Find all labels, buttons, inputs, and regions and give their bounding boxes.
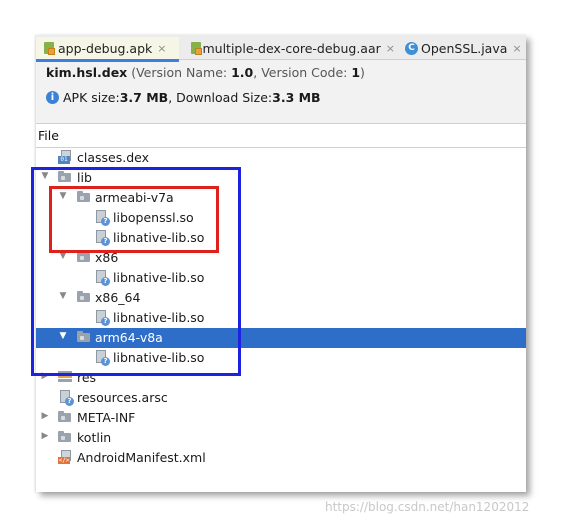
- arsc-file-icon: ?: [60, 390, 74, 406]
- tree-row-android-manifest[interactable]: </> AndroidManifest.xml: [36, 448, 526, 468]
- tab-label: app-debug.apk: [58, 40, 153, 56]
- xml-file-icon: </>: [58, 450, 72, 464]
- column-header-label: File: [38, 128, 59, 143]
- tree-item-label: AndroidManifest.xml: [77, 450, 206, 465]
- tree-row-resources-arsc[interactable]: ? resources.arsc: [36, 388, 526, 408]
- tab-app-debug-apk[interactable]: app-debug.apk ×: [36, 37, 179, 62]
- apk-size-label: APK size:: [63, 90, 120, 105]
- tree-item-label: META-INF: [77, 410, 136, 425]
- tab-label: multiple-dex-core-debug.aar: [202, 40, 381, 56]
- apk-file-icon: [44, 41, 55, 55]
- folder-icon: [58, 431, 71, 442]
- java-class-icon: C: [405, 41, 418, 55]
- close-icon[interactable]: ×: [512, 42, 521, 55]
- close-icon[interactable]: ×: [386, 42, 395, 55]
- version-name-label: (Version Name:: [131, 65, 232, 80]
- dex-file-icon: 01: [58, 150, 72, 164]
- aar-file-icon: [191, 41, 202, 55]
- tab-label: OpenSSL.java: [421, 40, 508, 56]
- watermark-text: https://blog.csdn.net/han1202012: [325, 500, 530, 514]
- download-size: 3.3 MB: [272, 90, 321, 105]
- tree-row-kotlin[interactable]: ▶ kotlin: [36, 428, 526, 448]
- file-column-header[interactable]: File: [36, 123, 526, 148]
- package-name: kim.hsl.dex: [46, 65, 128, 80]
- size-info: i APK size: 3.7 MB, Download Size: 3.3 M…: [46, 90, 321, 105]
- version-close: ): [360, 65, 365, 80]
- info-icon: i: [46, 91, 59, 104]
- version-code-label: , Version Code:: [253, 65, 352, 80]
- version-code: 1: [351, 65, 361, 80]
- apk-size: 3.7 MB: [119, 90, 169, 105]
- tree-item-label: classes.dex: [77, 150, 150, 165]
- editor-tab-bar: app-debug.apk × multiple-dex-core-debug.…: [36, 35, 526, 62]
- tree-item-label: kotlin: [77, 430, 112, 445]
- download-size-label: , Download Size:: [168, 90, 273, 105]
- tree-item-label: resources.arsc: [77, 390, 168, 405]
- expand-arrow-icon[interactable]: ▶: [40, 411, 50, 421]
- tab-multiple-dex-core-aar[interactable]: multiple-dex-core-debug.aar ×: [183, 37, 395, 59]
- folder-icon: [58, 411, 71, 422]
- tree-row-classes-dex[interactable]: 01 classes.dex: [36, 148, 526, 168]
- annotation-red-box: [49, 186, 219, 253]
- tree-row-meta-inf[interactable]: ▶ META-INF: [36, 408, 526, 428]
- expand-arrow-icon[interactable]: ▶: [40, 431, 50, 441]
- package-info: kim.hsl.dex (Version Name: 1.0, Version …: [46, 65, 365, 80]
- close-icon[interactable]: ×: [157, 42, 166, 55]
- version-name: 1.0: [231, 65, 254, 80]
- tab-openssl-java[interactable]: C OpenSSL.java ×: [395, 37, 526, 59]
